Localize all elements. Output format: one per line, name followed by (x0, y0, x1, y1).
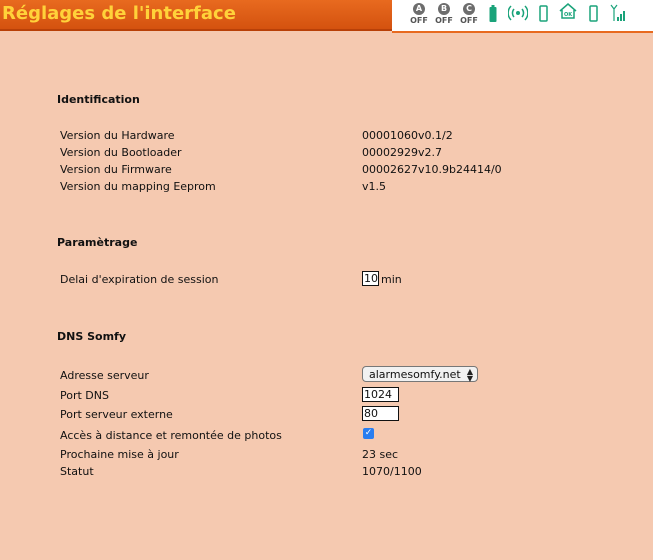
session-timeout-unit: min (381, 273, 402, 286)
home-ok-icon: OK (559, 3, 577, 19)
status-label: Statut (60, 465, 94, 478)
port-dns-input[interactable]: 1024 (362, 387, 399, 402)
battery-icon (489, 5, 497, 22)
zone-a-status: A OFF (408, 3, 430, 26)
eeprom-mapping-version-label: Version du mapping Eeprom (60, 180, 216, 193)
hardware-version-value: 00001060v0.1/2 (362, 129, 453, 142)
zone-a-letter: A (413, 3, 425, 15)
section-dns-title: DNS Somfy (57, 330, 126, 343)
external-port-input[interactable]: 80 (362, 406, 399, 421)
bootloader-version-label: Version du Bootloader (60, 146, 182, 159)
session-timeout-input[interactable]: 10 (362, 271, 379, 286)
zone-c-letter: C (463, 3, 475, 15)
zone-c-status: C OFF (458, 3, 480, 26)
zone-a-state: OFF (410, 16, 428, 25)
zone-b-status: B OFF (433, 3, 455, 26)
phone-outline-icon (589, 5, 598, 22)
remote-access-label: Accès à distance et remontée de photos (60, 429, 282, 442)
remote-access-checkbox[interactable]: ✓ (363, 428, 374, 439)
hardware-version-label: Version du Hardware (60, 129, 175, 142)
header-bar: Réglages de l'interface A OFF B OFF C OF… (0, 0, 653, 33)
next-update-value: 23 sec (362, 448, 399, 461)
firmware-version-label: Version du Firmware (60, 163, 172, 176)
phone-icon (539, 5, 548, 22)
firmware-version-value: 00002627v10.9b24414/0 (362, 163, 502, 176)
eeprom-mapping-version-value: v1.5 (362, 180, 387, 193)
session-timeout-label: Delai d'expiration de session (60, 273, 219, 286)
select-arrows-icon: ▲ ▼ (466, 367, 473, 383)
port-dns-label: Port DNS (60, 389, 109, 402)
zone-b-state: OFF (435, 16, 453, 25)
server-address-label: Adresse serveur (60, 369, 149, 382)
external-port-label: Port serveur externe (60, 408, 173, 421)
zone-c-state: OFF (460, 16, 478, 25)
next-update-label: Prochaine mise à jour (60, 448, 179, 461)
section-identification-title: Identification (57, 93, 140, 106)
svg-text:OK: OK (564, 12, 573, 18)
server-address-select[interactable]: alarmesomfy.net ▲ ▼ (362, 366, 478, 383)
page-title: Réglages de l'interface (2, 3, 236, 24)
server-address-selected: alarmesomfy.net (369, 368, 461, 381)
section-parametrage-title: Paramètrage (57, 236, 138, 249)
status-bar: A OFF B OFF C OFF OK (392, 0, 653, 33)
title-tab: Réglages de l'interface (0, 0, 393, 31)
bootloader-version-value: 00002929v2.7 (362, 146, 442, 159)
zone-b-letter: B (438, 3, 450, 15)
wireless-signal-icon (508, 5, 528, 21)
status-value: 1070/1100 (362, 465, 422, 478)
gsm-signal-icon (610, 4, 625, 21)
